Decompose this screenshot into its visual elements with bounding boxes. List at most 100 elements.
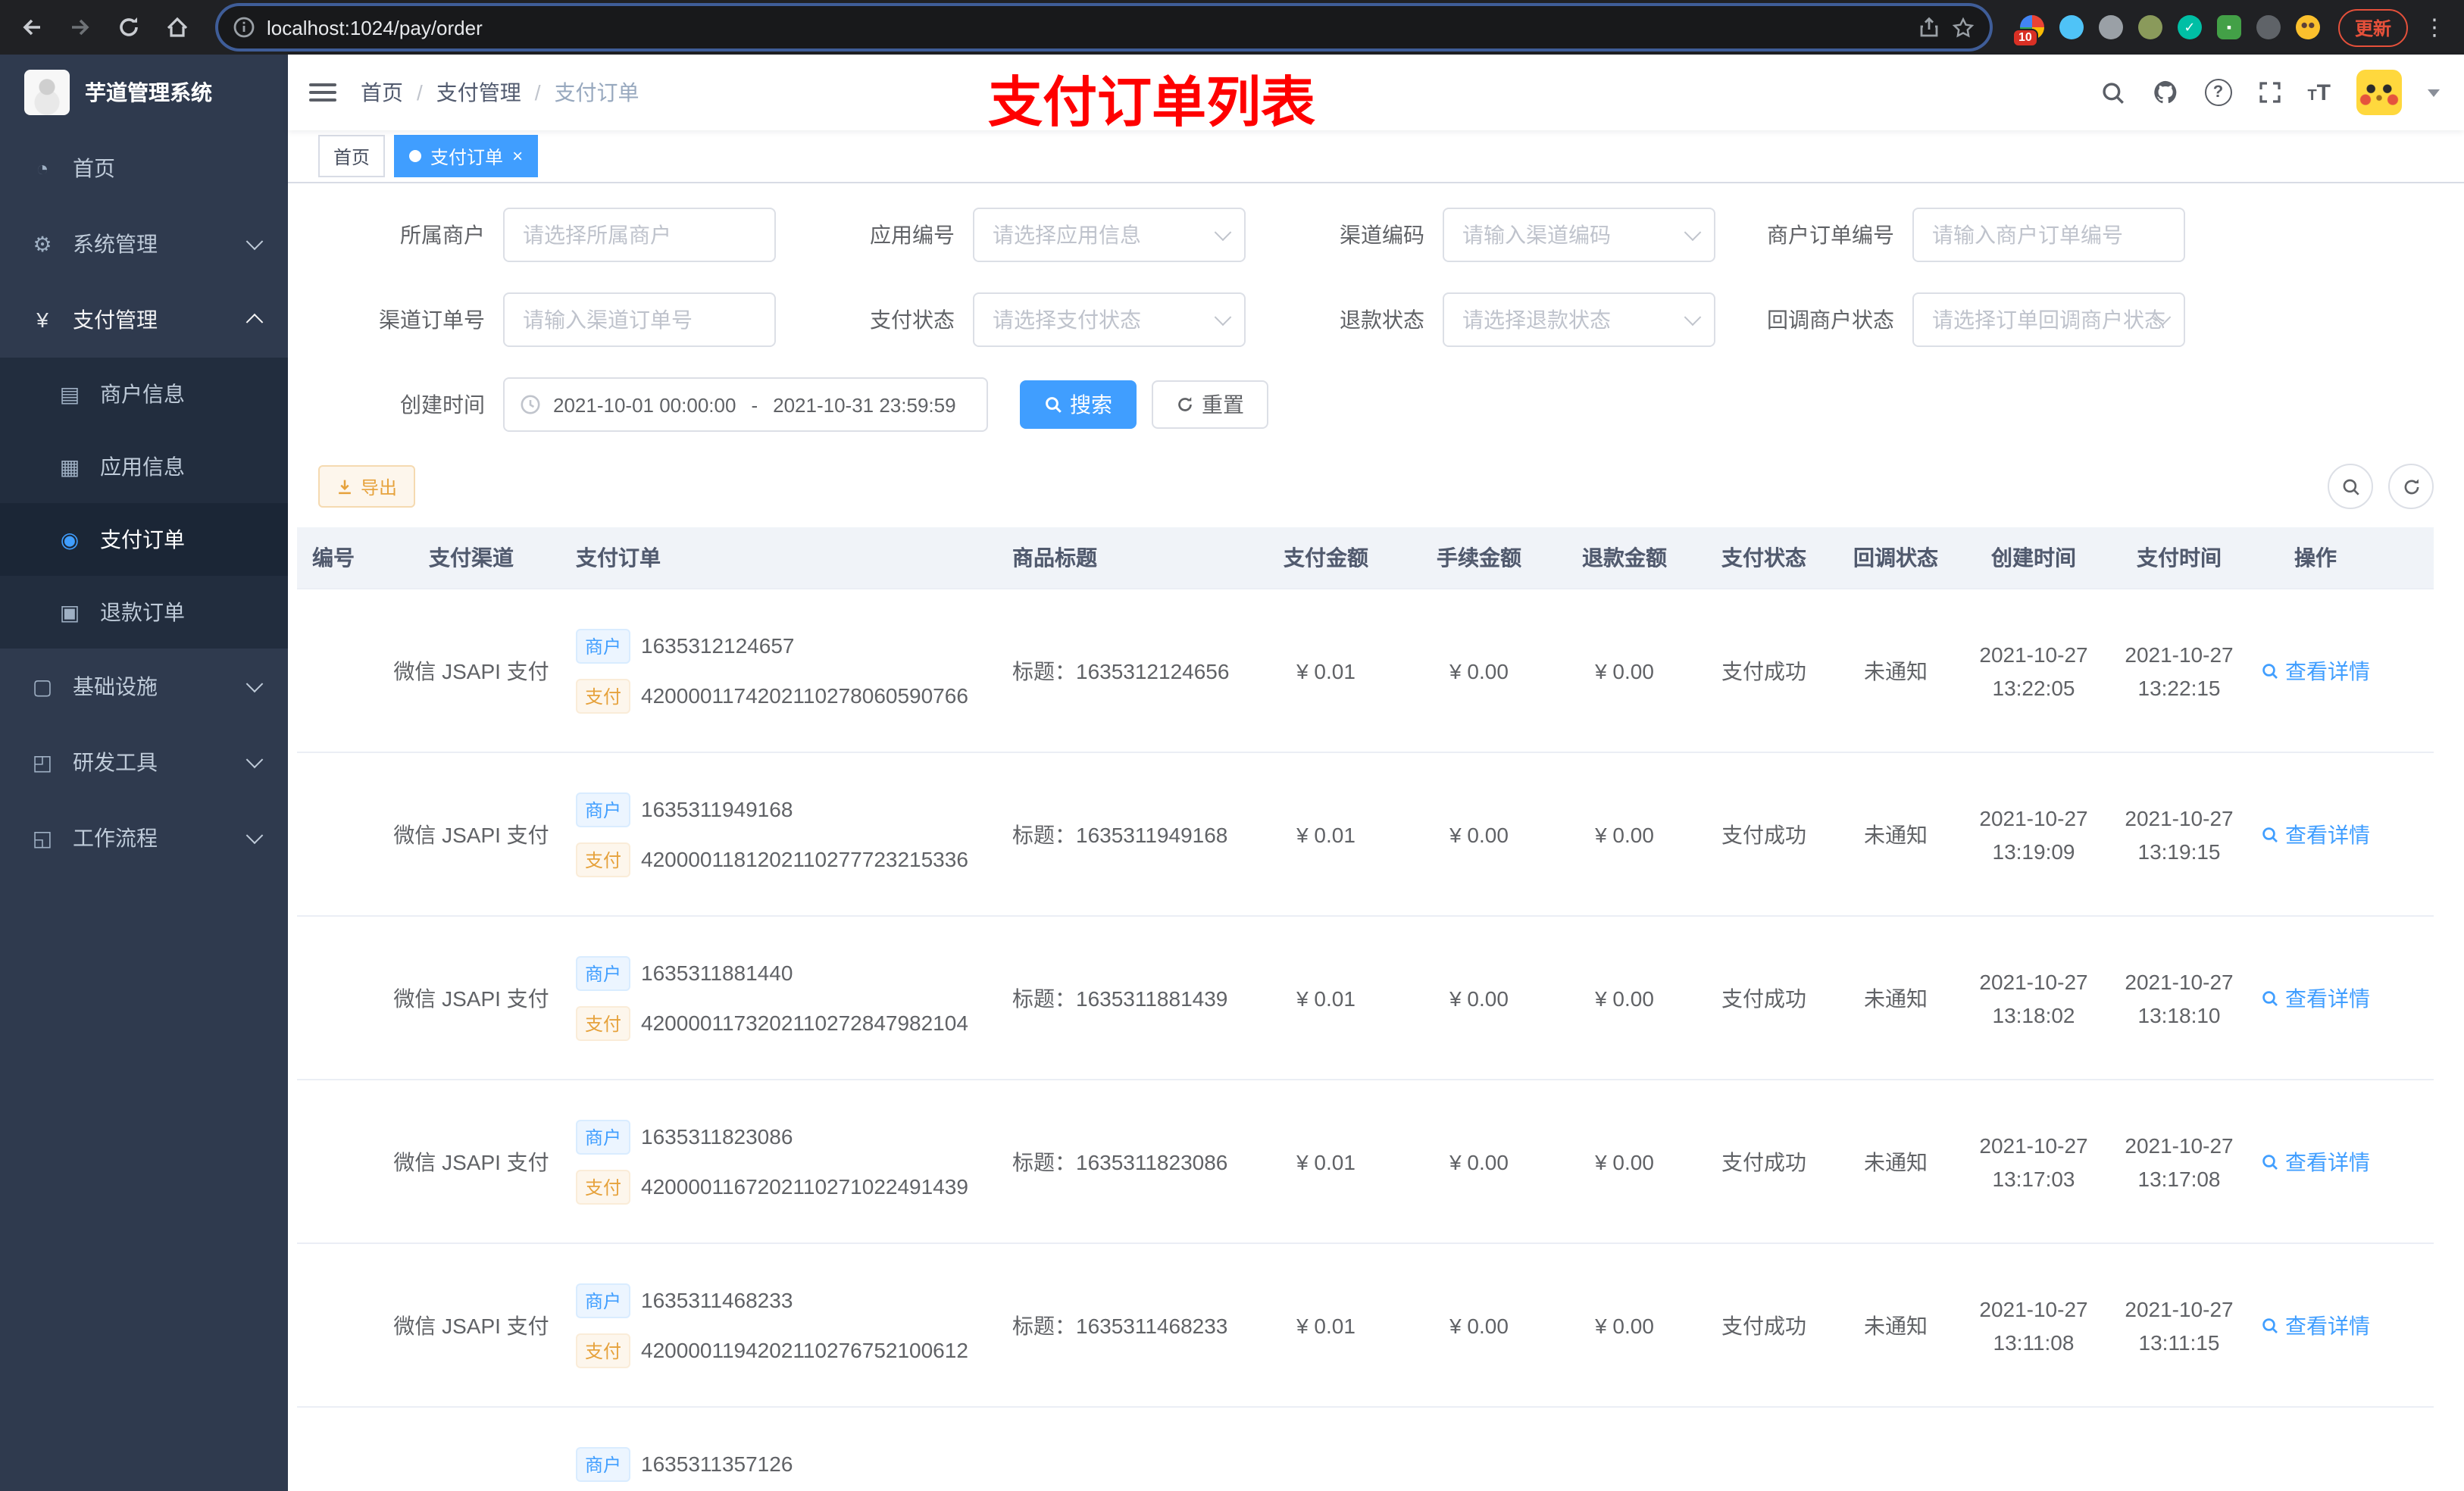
address-bar[interactable]: localhost:1024/pay/order (215, 3, 1993, 52)
chrome-update-button[interactable]: 更新 (2337, 8, 2408, 46)
sidebar-logo[interactable]: 芋道管理系统 (0, 55, 288, 130)
view-detail-label: 查看详情 (2285, 658, 2370, 683)
extension-icon-1[interactable]: 10 (2012, 15, 2044, 47)
tab-home[interactable]: 首页 (318, 135, 386, 177)
url-text[interactable]: localhost:1024/pay/order (267, 16, 1906, 39)
pay-tag: 支付 (576, 842, 631, 877)
chevron-up-icon (245, 313, 264, 331)
breadcrumb-separator: / (417, 80, 423, 105)
pay-status: 支付成功 (1721, 822, 1806, 846)
reload-button[interactable] (109, 8, 149, 47)
share-icon[interactable] (1918, 17, 1940, 38)
tab-pay-order[interactable]: 支付订单 × (394, 135, 539, 177)
pay-order-no: 4200001173202110272847982104 (641, 1011, 968, 1035)
field-label: 回调商户状态 (1767, 308, 1894, 332)
sidebar-item-refund-order[interactable]: ▣ 退款订单 (0, 576, 288, 649)
sidebar-item-system[interactable]: ⚙ 系统管理 (0, 206, 288, 282)
sidebar-item-pay-order[interactable]: ◉ 支付订单 (0, 503, 288, 576)
breadcrumb-home[interactable]: 首页 (361, 77, 403, 108)
sidebar-item-label: 首页 (73, 156, 115, 180)
create-time-range-picker[interactable]: 2021-10-01 00:00:00 - 2021-10-31 23:59:5… (503, 377, 988, 432)
sidebar-item-home[interactable]: ◔ 首页 (0, 130, 288, 206)
breadcrumb-pay[interactable]: 支付管理 (436, 77, 521, 108)
channel-code-select[interactable] (1443, 208, 1715, 262)
tab-label: 首页 (333, 146, 371, 167)
forward-button[interactable] (61, 8, 100, 47)
notify-status: 未通知 (1864, 1313, 1928, 1337)
extension-icon-8[interactable] (2295, 15, 2320, 39)
breadcrumb-separator: / (534, 80, 541, 105)
search-button-label: 搜索 (1070, 392, 1112, 417)
view-detail-link[interactable]: 查看详情 (2261, 1146, 2370, 1177)
pay-order-cell: 商户 1635311823086 支付 42000011672021102710… (561, 1119, 1003, 1204)
merchant-order-no-input[interactable] (1912, 208, 2185, 262)
fullscreen-icon[interactable] (2257, 80, 2281, 105)
back-button[interactable] (12, 8, 52, 47)
pay-time: 2021-10-27 13:22:15 (2125, 642, 2234, 699)
filter-form: 所属商户 应用编号 渠道编码 商户订单编号 (318, 208, 2434, 347)
pay-time: 2021-10-27 13:18:10 (2125, 969, 2234, 1027)
create-time: 2021-10-27 13:11:08 (1979, 1296, 2088, 1354)
fee-amount: ¥ 0.00 (1449, 986, 1509, 1010)
notify-status-select[interactable] (1912, 292, 2185, 347)
site-info-icon[interactable] (233, 17, 255, 38)
view-detail-link[interactable]: 查看详情 (2261, 819, 2370, 849)
logo-title: 芋道管理系统 (85, 80, 212, 105)
refund-status-select[interactable] (1443, 292, 1715, 347)
channel-order-no-input[interactable] (503, 292, 776, 347)
filter-pay-status: 支付状态 (788, 292, 1258, 347)
search-icon[interactable] (2100, 80, 2125, 105)
orders-table: 编号 支付渠道 支付订单 商品标题 支付金额 手续金额 退款金额 支付状态 回调… (297, 527, 2434, 1491)
sidebar-item-app-info[interactable]: ▦ 应用信息 (0, 430, 288, 503)
chevron-down-icon (245, 233, 264, 251)
pay-order-cell: 商户 1635311357126 支付 (561, 1446, 1003, 1491)
font-size-icon[interactable]: TT (2307, 80, 2331, 105)
view-detail-link[interactable]: 查看详情 (2261, 983, 2370, 1013)
merchant-tag: 商户 (576, 628, 631, 663)
sidebar-item-merchant-info[interactable]: ▤ 商户信息 (0, 358, 288, 430)
refresh-table-button[interactable] (2388, 464, 2434, 509)
extension-icon-3[interactable] (2098, 15, 2123, 39)
extension-icon-4[interactable] (2137, 15, 2162, 39)
export-button[interactable]: 导出 (318, 465, 416, 508)
help-icon[interactable]: ? (2204, 79, 2232, 106)
workflow-icon: ◱ (32, 825, 53, 849)
create-time: 2021-10-27 13:22:05 (1979, 642, 2088, 699)
avatar-caret-icon[interactable] (2428, 89, 2440, 96)
github-icon[interactable] (2151, 79, 2178, 106)
browser-menu-icon[interactable]: ⋮ (2417, 14, 2452, 41)
pay-status-select[interactable] (973, 292, 1246, 347)
column-header: 退款金额 (1582, 545, 1667, 570)
sidebar-item-label: 商户信息 (100, 382, 185, 406)
pay-order-cell: 商户 1635311881440 支付 42000011732021102728… (561, 955, 1003, 1040)
bookmark-star-icon[interactable] (1952, 16, 1975, 39)
toggle-search-button[interactable] (2328, 464, 2373, 509)
close-icon[interactable]: × (512, 147, 523, 165)
home-button[interactable] (158, 8, 197, 47)
filter-channel-order-no: 渠道订单号 (318, 292, 788, 347)
merchant-input[interactable] (503, 208, 776, 262)
screen: localhost:1024/pay/order 10 ✓ ▪ 更新 ⋮ 芋道管… (0, 0, 2464, 1491)
monitor-icon: ▢ (32, 674, 53, 698)
sidebar-item-devtools[interactable]: ◰ 研发工具 (0, 724, 288, 800)
view-detail-link[interactable]: 查看详情 (2261, 1310, 2370, 1340)
filter-merchant-order-no: 商户订单编号 (1728, 208, 2197, 262)
sidebar-toggle-icon[interactable] (309, 83, 336, 102)
filter-notify-status: 回调商户状态 (1728, 292, 2197, 347)
sidebar-item-workflow[interactable]: ◱ 工作流程 (0, 800, 288, 876)
avatar[interactable] (2356, 70, 2402, 115)
view-detail-link[interactable]: 查看详情 (2261, 655, 2370, 686)
table-row: 118 微信 JSAPI 支付 商户 1635311823086 支付 4200… (297, 1080, 2434, 1244)
reset-button[interactable]: 重置 (1152, 380, 1268, 429)
search-button[interactable]: 搜索 (1020, 380, 1137, 429)
app-select[interactable] (973, 208, 1246, 262)
pay-tag: 支付 (576, 678, 631, 713)
extension-icon-6[interactable]: ▪ (2216, 15, 2241, 39)
extension-badge: 10 (2012, 29, 2038, 47)
sidebar-item-pay[interactable]: ¥ 支付管理 (0, 282, 288, 358)
sidebar-item-infrastructure[interactable]: ▢ 基础设施 (0, 649, 288, 724)
extension-icon-5[interactable]: ✓ (2177, 15, 2202, 39)
pay-order-no: 4200001167202110271022491439 (641, 1174, 968, 1199)
extension-icon-7[interactable] (2256, 15, 2281, 39)
extension-icon-2[interactable] (2059, 15, 2084, 39)
